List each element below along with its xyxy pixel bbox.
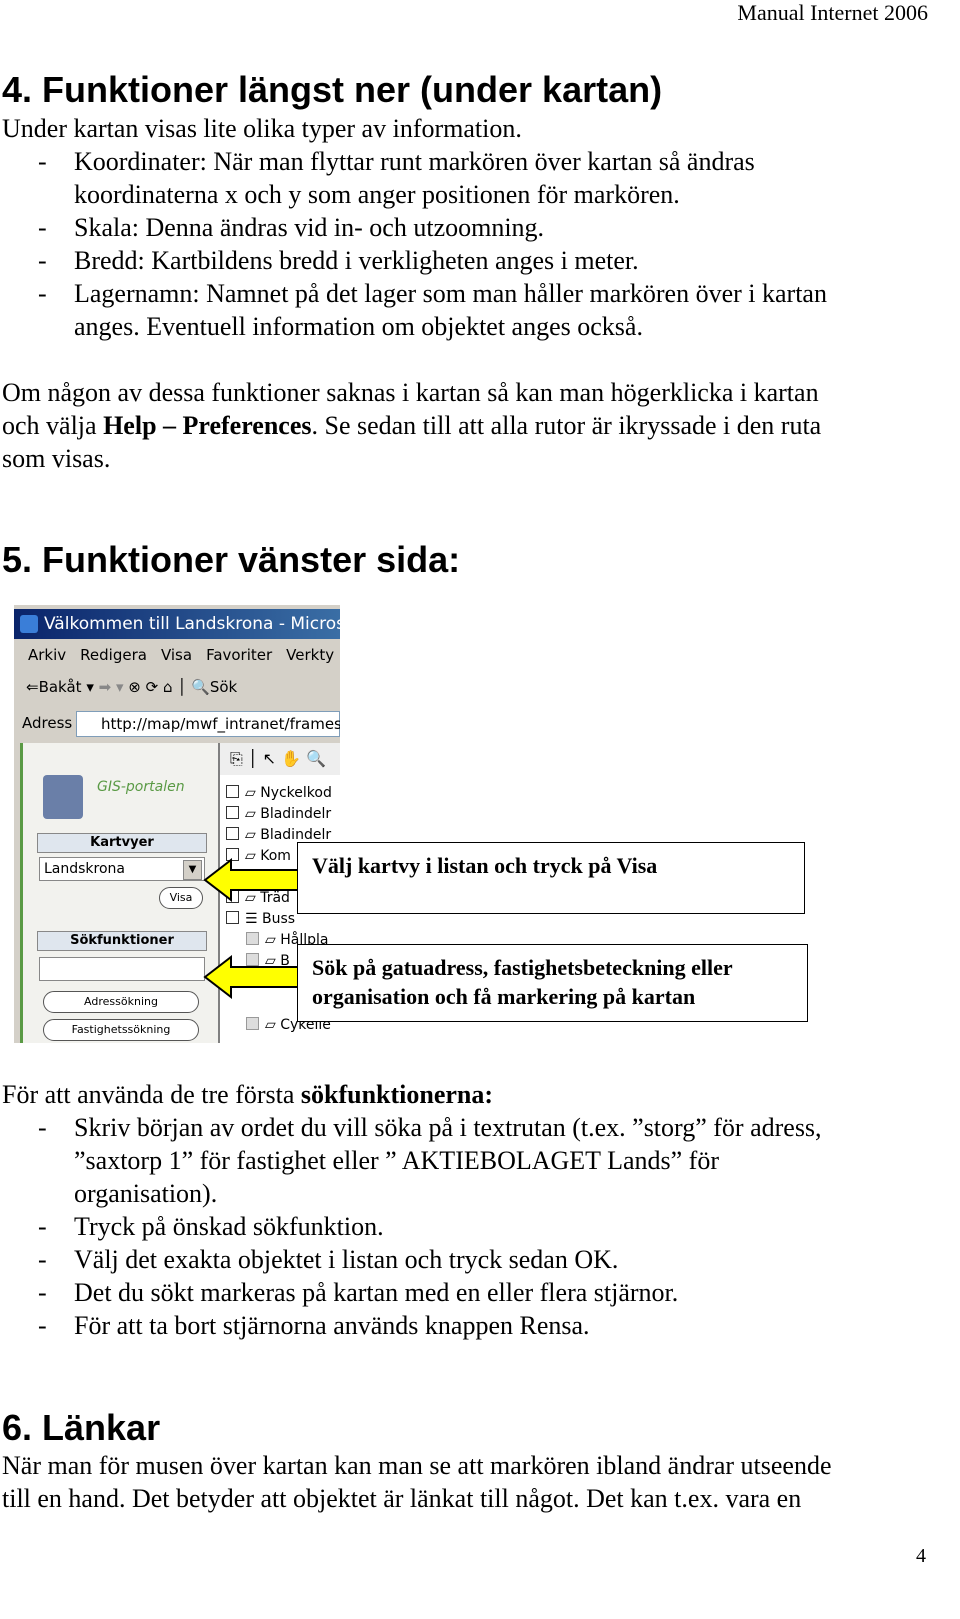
pointer-icon[interactable]: ↖ xyxy=(263,749,276,768)
back-arrow-icon[interactable]: ⇐ xyxy=(26,678,39,696)
bullet-text: organisation). xyxy=(74,1179,218,1208)
kartvy-select[interactable]: Landskrona xyxy=(39,857,205,881)
back-button[interactable]: Bakåt xyxy=(39,678,82,696)
bullet: - xyxy=(38,279,47,308)
bold-text: sökfunktionerna: xyxy=(300,1080,494,1109)
bullet-text: ”saxtorp 1” för fastighet eller ” AKTIEB… xyxy=(74,1146,719,1175)
bullet-text: Det du sökt markeras på kartan med en el… xyxy=(74,1278,679,1307)
bullet-text: Bredd: Kartbildens bredd i verkligheten … xyxy=(74,246,639,275)
menu-visa[interactable]: Visa xyxy=(161,646,192,664)
bullet-text: Koordinater: När man flyttar runt markör… xyxy=(74,147,755,176)
layer-item[interactable]: ▱ Bladindelr xyxy=(226,804,331,824)
text: och välja xyxy=(2,411,104,440)
coat-of-arms-logo xyxy=(43,775,83,819)
menu-verktyg[interactable]: Verkty xyxy=(286,646,334,664)
text: För att använda de tre första xyxy=(2,1080,301,1109)
home-icon[interactable]: ⌂ xyxy=(163,678,173,696)
bullet: - xyxy=(38,246,47,275)
arrow-left-icon xyxy=(203,955,302,999)
menu-path: Help – Preferences xyxy=(103,411,312,440)
paragraph: till en hand. Det betyder att objektet ä… xyxy=(2,1484,802,1513)
section-4-heading: 4. Funktioner längst ner (under kartan) xyxy=(2,69,663,110)
menu-arkiv[interactable]: Arkiv xyxy=(28,646,66,664)
search-button[interactable]: Sök xyxy=(210,678,237,696)
section-5-heading: 5. Funktioner vänster sida: xyxy=(2,539,461,580)
bullet: - xyxy=(38,147,47,176)
fastighet-search-button[interactable]: Fastighetssökning xyxy=(43,1019,199,1041)
paragraph: När man för musen över kartan kan man se… xyxy=(2,1451,832,1480)
bullet: - xyxy=(38,1212,47,1241)
layer-item[interactable]: ▱ Nyckelkod xyxy=(226,783,332,803)
callout-kartvy: Välj kartvy i listan och tryck på Visa xyxy=(297,842,805,914)
paragraph: som visas. xyxy=(2,444,111,473)
gis-sidebar: GIS-portalen Kartvyer Landskrona ▼ Visa … xyxy=(20,743,219,1043)
map-tools: ⎘ │ ↖ ✋ 🔍 xyxy=(220,743,340,775)
gis-portal-title: GIS-portalen xyxy=(97,779,185,795)
page-header: Manual Internet 2006 xyxy=(737,0,928,25)
kartvyer-heading: Kartvyer xyxy=(37,833,207,853)
bullet: - xyxy=(38,1113,47,1142)
text: . Se sedan till att alla rutor är ikryss… xyxy=(311,411,822,440)
bullet: - xyxy=(38,1278,47,1307)
menu-redigera[interactable]: Redigera xyxy=(80,646,147,664)
bullet: - xyxy=(38,1311,47,1340)
callout-text: Välj kartvy i listan och tryck på Visa xyxy=(312,853,658,878)
layer-item[interactable]: ☰ Buss xyxy=(226,909,295,929)
address-input[interactable]: http://map/mwf_intranet/frames xyxy=(76,711,340,737)
bullet-text: anges. Eventuell information om objektet… xyxy=(74,312,643,341)
menu-favoriter[interactable]: Favoriter xyxy=(206,646,272,664)
forward-icon[interactable]: ➡ ▾ xyxy=(99,678,124,696)
sokfunktioner-heading: Sökfunktioner xyxy=(37,931,207,951)
bullet-text: Välj det exakta objektet i listan och tr… xyxy=(74,1245,619,1274)
window-title: Välkommen till Landskrona - Microsc xyxy=(14,609,340,639)
menu-bar: Arkiv Redigera Visa Favoriter Verkty xyxy=(14,641,340,669)
paragraph: och välja Help – Preferences. Se sedan t… xyxy=(2,411,821,441)
bullet-text: För att ta bort stjärnorna används knapp… xyxy=(74,1311,590,1340)
callout-text: organisation och få markering på kartan xyxy=(312,984,696,1009)
search-input[interactable] xyxy=(39,957,205,981)
pan-hand-icon[interactable]: ✋ xyxy=(281,749,301,768)
page-number: 4 xyxy=(916,1545,926,1567)
arrow-left-icon xyxy=(203,858,302,902)
section-6-heading: 6. Länkar xyxy=(2,1407,161,1448)
toolbar: ⇐Bakåt ▾ ➡ ▾ ⊗ ⟳ ⌂ │ 🔍Sök xyxy=(26,678,238,696)
ie-icon xyxy=(20,615,38,633)
paragraph: För att använda de tre första sökfunktio… xyxy=(2,1080,493,1110)
search-icon[interactable]: 🔍 xyxy=(191,678,210,696)
callout-search: Sök på gatuadress, fastighetsbeteckning … xyxy=(297,944,808,1022)
bullet-text: koordinaterna x och y som anger position… xyxy=(74,180,680,209)
bullet-text: Skala: Denna ändras vid in- och utzoomni… xyxy=(74,213,545,242)
stop-icon[interactable]: ⊗ xyxy=(128,678,141,696)
callout-text: Sök på gatuadress, fastighetsbeteckning … xyxy=(312,955,733,980)
zoom-in-icon[interactable]: 🔍 xyxy=(306,749,326,768)
bullet-text: Lagernamn: Namnet på det lager som man h… xyxy=(74,279,827,308)
bullet: - xyxy=(38,213,47,242)
bullet-text: Skriv början av ordet du vill söka på i … xyxy=(74,1113,822,1142)
visa-button[interactable]: Visa xyxy=(159,887,203,909)
bullet-text: Tryck på önskad sökfunktion. xyxy=(74,1212,384,1241)
chevron-down-icon[interactable]: ▼ xyxy=(183,860,202,880)
copy-icon[interactable]: ⎘ xyxy=(230,749,243,768)
bullet: - xyxy=(38,1245,47,1274)
paragraph: Om någon av dessa funktioner saknas i ka… xyxy=(2,378,819,407)
document-page: Manual Internet 2006 4. Funktioner längs… xyxy=(0,0,960,1619)
adress-search-button[interactable]: Adressökning xyxy=(43,991,199,1013)
paragraph: Under kartan visas lite olika typer av i… xyxy=(2,114,522,143)
refresh-icon[interactable]: ⟳ xyxy=(146,678,159,696)
